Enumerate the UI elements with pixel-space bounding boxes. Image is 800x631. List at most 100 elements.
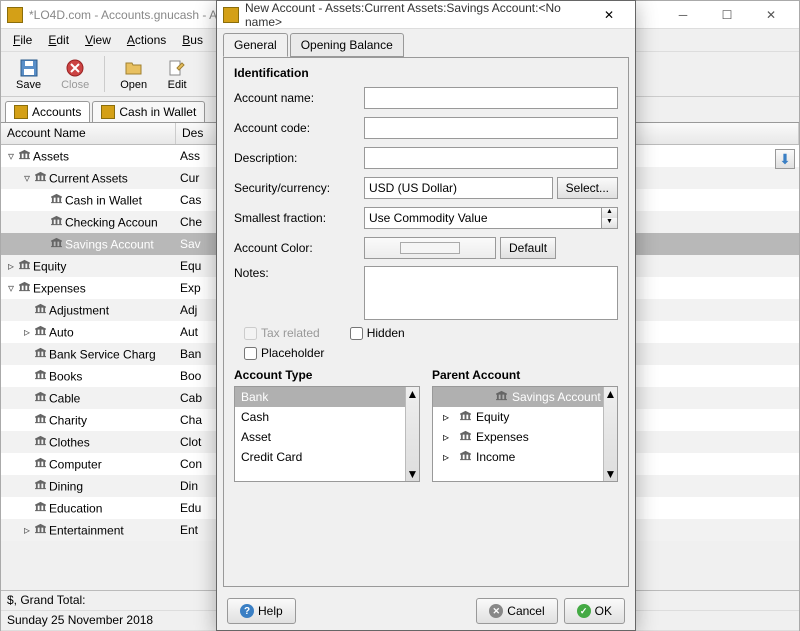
account-icon	[17, 259, 31, 271]
parent-option-expenses[interactable]: ▹Expenses	[433, 427, 617, 447]
menu-actions[interactable]: Actions	[121, 31, 172, 49]
dialog-icon	[223, 7, 239, 23]
accounts-tab-icon	[14, 105, 28, 119]
account-icon	[33, 347, 47, 359]
label-color: Account Color:	[234, 241, 364, 255]
register-tab-icon	[101, 105, 115, 119]
hidden-checkbox[interactable]: Hidden	[350, 326, 405, 340]
select-security-button[interactable]: Select...	[557, 177, 618, 199]
account-icon	[33, 435, 47, 447]
placeholder-checkbox[interactable]: Placeholder	[244, 346, 324, 360]
parent-option-savings-account[interactable]: Savings Account	[433, 387, 617, 407]
help-icon: ?	[240, 604, 254, 618]
identification-heading: Identification	[234, 66, 618, 80]
tab-cash-in-wallet[interactable]: Cash in Wallet	[92, 101, 205, 122]
fraction-input[interactable]	[364, 207, 602, 229]
account-icon	[49, 193, 63, 205]
ok-icon: ✓	[577, 604, 591, 618]
label-account-code: Account code:	[234, 121, 364, 135]
parent-account-heading: Parent Account	[432, 368, 618, 382]
help-button[interactable]: ? Help	[227, 598, 296, 624]
menu-file[interactable]: File	[7, 31, 38, 49]
type-option-cash[interactable]: Cash	[235, 407, 419, 427]
label-notes: Notes:	[234, 266, 364, 280]
maximize-button[interactable]: ☐	[705, 1, 749, 29]
account-icon	[17, 281, 31, 293]
dialog-tabs: General Opening Balance	[217, 29, 635, 57]
account-icon	[33, 501, 47, 513]
spin-up[interactable]: ▲	[602, 208, 617, 218]
spin-down[interactable]: ▼	[602, 218, 617, 228]
description-input[interactable]	[364, 147, 618, 169]
account-icon	[33, 171, 47, 183]
dialog-title: New Account - Assets:Current Assets:Savi…	[245, 1, 589, 29]
label-description: Description:	[234, 151, 364, 165]
folder-open-icon	[124, 58, 144, 78]
edit-button[interactable]: Edit	[158, 55, 196, 94]
account-icon	[33, 479, 47, 491]
minimize-button[interactable]: ─	[661, 1, 705, 29]
menu-edit[interactable]: Edit	[42, 31, 75, 49]
close-window-button[interactable]: ✕	[749, 1, 793, 29]
expand-toggle[interactable]: ▹	[21, 523, 33, 537]
column-account-name[interactable]: Account Name	[1, 123, 176, 144]
security-input	[364, 177, 553, 199]
account-icon	[33, 369, 47, 381]
edit-icon	[167, 58, 187, 78]
cancel-icon: ✕	[489, 604, 503, 618]
parent-account-list[interactable]: Savings Account▹Equity▹Expenses▹Income▲▼	[432, 386, 618, 482]
save-icon	[19, 58, 39, 78]
menu-business[interactable]: Bus	[176, 31, 209, 49]
parent-option-income[interactable]: ▹Income	[433, 447, 617, 467]
scroll-down-button[interactable]: ⬇	[775, 149, 795, 169]
account-icon	[49, 215, 63, 227]
account-icon	[33, 457, 47, 469]
expand-toggle[interactable]: ▿	[5, 281, 17, 295]
expand-toggle[interactable]: ▹	[5, 259, 17, 273]
account-icon	[33, 391, 47, 403]
account-icon	[33, 413, 47, 425]
account-type-list[interactable]: BankCashAssetCredit Card▲▼	[234, 386, 420, 482]
account-icon	[33, 523, 47, 535]
save-button[interactable]: Save	[7, 55, 50, 94]
parent-option-equity[interactable]: ▹Equity	[433, 407, 617, 427]
app-icon	[7, 7, 23, 23]
general-panel: Identification Account name: Account cod…	[223, 57, 629, 587]
account-icon	[17, 149, 31, 161]
account-type-heading: Account Type	[234, 368, 420, 382]
expand-toggle[interactable]: ▹	[21, 325, 33, 339]
cancel-button[interactable]: ✕ Cancel	[476, 598, 557, 624]
ok-button[interactable]: ✓ OK	[564, 598, 625, 624]
account-name-input[interactable]	[364, 87, 618, 109]
tax-related-checkbox: Tax related	[244, 326, 320, 340]
tab-general[interactable]: General	[223, 33, 288, 57]
tab-opening-balance[interactable]: Opening Balance	[290, 33, 404, 57]
label-fraction: Smallest fraction:	[234, 211, 364, 225]
label-security: Security/currency:	[234, 181, 364, 195]
expand-toggle[interactable]: ▿	[5, 149, 17, 163]
default-color-button[interactable]: Default	[500, 237, 556, 259]
menu-view[interactable]: View	[79, 31, 117, 49]
new-account-dialog: New Account - Assets:Current Assets:Savi…	[216, 0, 636, 631]
parent-scrollbar[interactable]: ▲▼	[603, 387, 617, 481]
close-icon	[65, 58, 85, 78]
account-code-input[interactable]	[364, 117, 618, 139]
close-tab-button[interactable]: Close	[52, 55, 98, 94]
open-button[interactable]: Open	[111, 55, 156, 94]
color-picker-button[interactable]	[364, 237, 496, 259]
fraction-spinner[interactable]: ▲▼	[364, 207, 618, 229]
type-option-credit-card[interactable]: Credit Card	[235, 447, 419, 467]
dialog-close-button[interactable]: ✕	[589, 2, 629, 28]
account-icon	[49, 237, 63, 249]
type-option-asset[interactable]: Asset	[235, 427, 419, 447]
tab-accounts[interactable]: Accounts	[5, 101, 90, 122]
type-scrollbar[interactable]: ▲▼	[405, 387, 419, 481]
separator	[104, 56, 105, 92]
account-icon	[33, 303, 47, 315]
notes-textarea[interactable]	[364, 266, 618, 320]
dialog-titlebar[interactable]: New Account - Assets:Current Assets:Savi…	[217, 1, 635, 29]
label-account-name: Account name:	[234, 91, 364, 105]
account-icon	[33, 325, 47, 337]
type-option-bank[interactable]: Bank	[235, 387, 419, 407]
expand-toggle[interactable]: ▿	[21, 171, 33, 185]
